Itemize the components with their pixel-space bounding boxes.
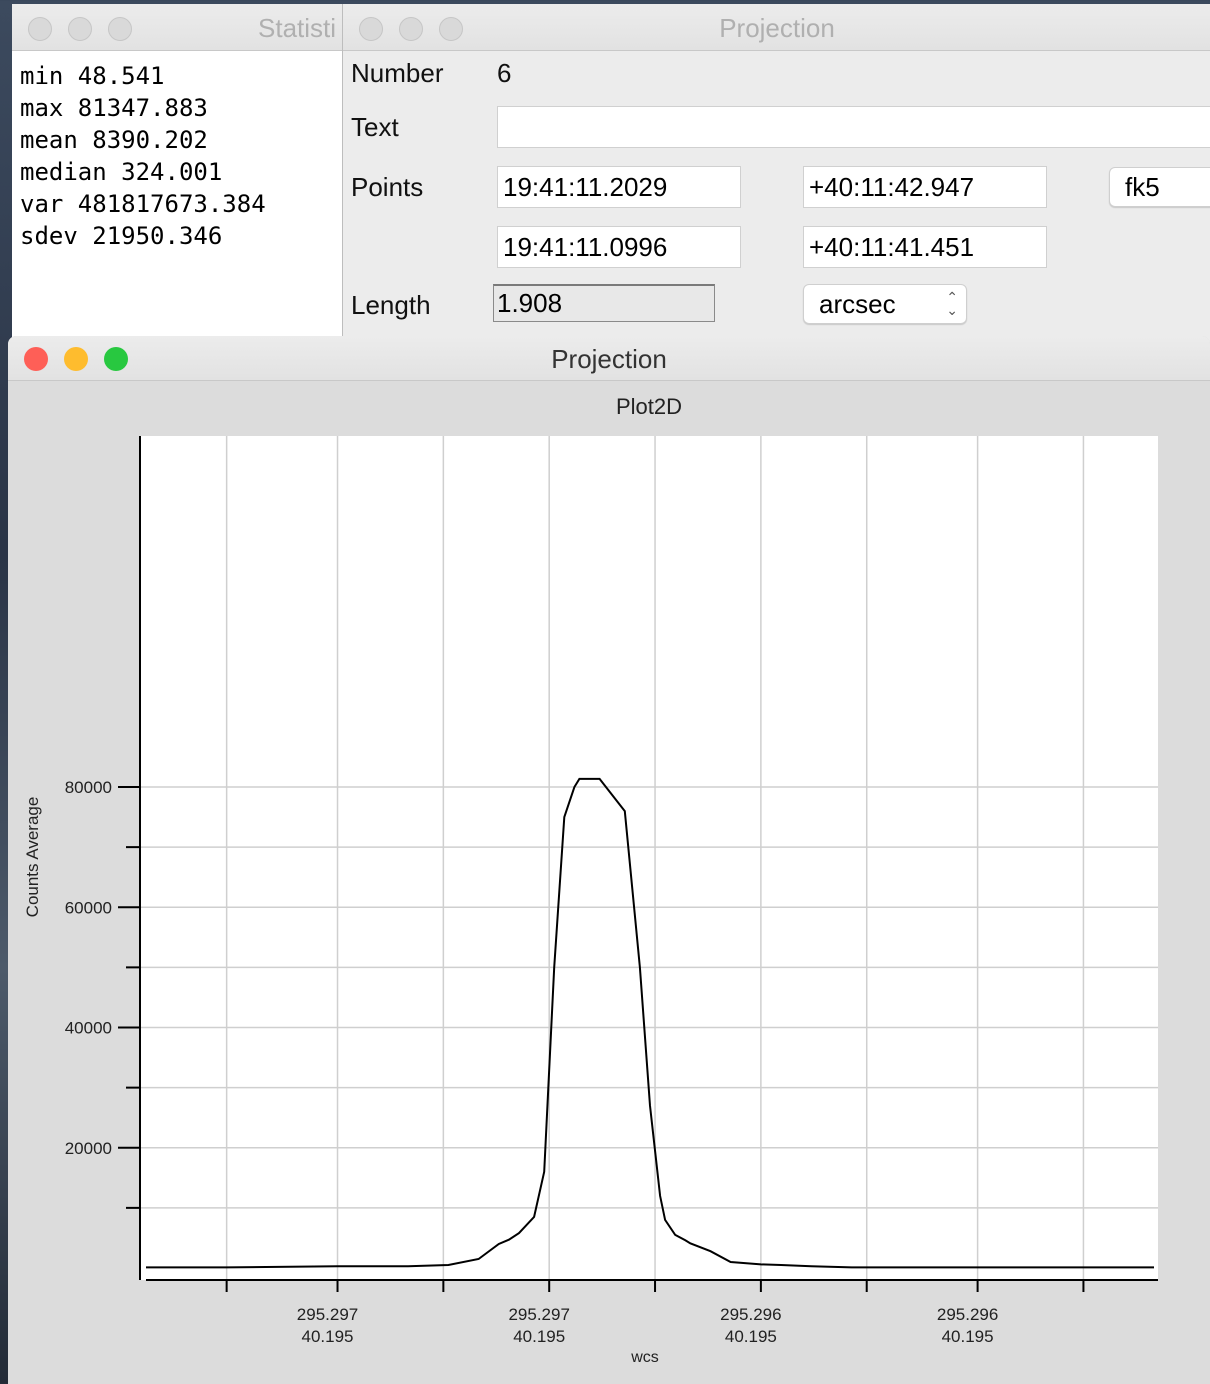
coordinate-system-select[interactable]: fk5 ⌃⌄ [1109, 167, 1210, 207]
x-tick-label: 295.296 [937, 1305, 998, 1324]
length-unit-select[interactable]: arcsec ⌃ ⌄ [803, 284, 967, 324]
dialog-titlebar[interactable]: Projection [343, 4, 1210, 51]
statistics-titlebar[interactable]: Statisti [12, 4, 352, 51]
point2-ra-field[interactable]: 19:41:11.0996 [497, 226, 741, 268]
coordinate-system-value: fk5 [1125, 172, 1160, 202]
x-tick-label: 295.297 [297, 1305, 358, 1324]
x-tick-label: 295.297 [508, 1305, 569, 1324]
x-tick-label: 40.195 [302, 1327, 354, 1346]
length-field: 1.908 [493, 284, 715, 322]
chart-title: Plot2D [616, 394, 682, 419]
y-tick-label: 40000 [65, 1019, 112, 1038]
text-label: Text [351, 112, 399, 142]
stat-sdev: sdev 21950.346 [20, 222, 223, 250]
projection-plot-window: Projection Plot2D 20000 40000 60000 80000 29… [8, 336, 1210, 1384]
text-field[interactable] [497, 106, 1210, 148]
number-value: 6 [497, 58, 512, 88]
window-title: Projection [719, 13, 835, 43]
zoom-button[interactable] [108, 17, 132, 41]
y-tick-label: 60000 [65, 898, 112, 917]
x-axis-label: wcs [630, 1349, 659, 1366]
length-unit-value: arcsec [819, 289, 896, 319]
chevron-up-down-icon: ⌃ ⌄ [946, 289, 958, 318]
projection-dialog-window: Projection Number 6 Text Points 19:41:11… [342, 4, 1210, 344]
plot-area[interactable] [140, 436, 1158, 1280]
stat-min: min 48.541 [20, 62, 165, 90]
statistics-list: min 48.541 max 81347.883 mean 8390.202 m… [20, 60, 266, 252]
point2-dec-field[interactable]: +40:11:41.451 [803, 226, 1047, 268]
stat-mean: mean 8390.202 [20, 126, 208, 154]
x-tick-label: 40.195 [725, 1327, 777, 1346]
plot-titlebar[interactable]: Projection [8, 336, 1210, 381]
x-tick-label: 40.195 [513, 1327, 565, 1346]
statistics-window: Statisti min 48.541 max 81347.883 mean 8… [12, 4, 352, 344]
y-tick-label: 80000 [65, 778, 112, 797]
x-tick-label: 40.195 [942, 1327, 994, 1346]
y-tick-label: 20000 [65, 1139, 112, 1158]
x-tick-label: 295.296 [720, 1305, 781, 1324]
stat-median: median 324.001 [20, 158, 223, 186]
stat-var: var 481817673.384 [20, 190, 266, 218]
stat-max: max 81347.883 [20, 94, 208, 122]
point1-ra-field[interactable]: 19:41:11.2029 [497, 166, 741, 208]
plot-canvas[interactable]: Plot2D 20000 40000 60000 80000 295.297 40.195… [8, 380, 1210, 1384]
close-button[interactable] [28, 17, 52, 41]
y-axis-label: Counts Average [23, 797, 42, 918]
number-label: Number [351, 58, 444, 88]
window-title: Statisti [258, 13, 337, 43]
window-title: Projection [551, 344, 667, 374]
minimize-button[interactable] [68, 17, 92, 41]
points-label: Points [351, 172, 424, 202]
length-label: Length [351, 290, 431, 320]
point1-dec-field[interactable]: +40:11:42.947 [803, 166, 1047, 208]
